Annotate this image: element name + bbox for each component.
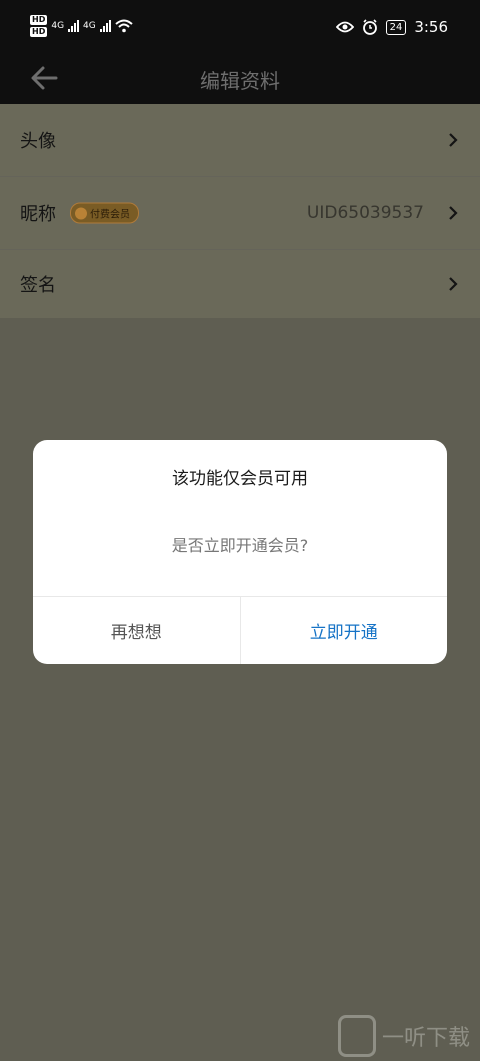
paid-member-badge: 付费会员 bbox=[70, 202, 139, 224]
chevron-right-icon bbox=[449, 206, 458, 220]
watermark-text: 一听下载 bbox=[381, 1026, 470, 1051]
battery-icon: 24 bbox=[385, 19, 407, 35]
crown-icon bbox=[75, 207, 87, 219]
wifi-icon bbox=[115, 19, 133, 33]
dialog-message: 是否立即开通会员? bbox=[171, 536, 309, 555]
watermark-logo-icon bbox=[337, 1015, 376, 1057]
page-title: 编辑资料 bbox=[200, 69, 280, 93]
signature-row[interactable]: 签名 bbox=[0, 250, 480, 318]
dialog-actions: 再想想 立即开通 bbox=[33, 596, 447, 664]
status-bar: HD HD 4G 4G 24 3:56 bbox=[0, 0, 480, 52]
hd-bottom-icon: HD bbox=[30, 27, 48, 37]
alarm-icon bbox=[362, 19, 377, 35]
member-required-dialog: 该功能仅会员可用 是否立即开通会员? 再想想 立即开通 bbox=[33, 440, 447, 664]
eye-icon bbox=[335, 21, 354, 33]
network-type-a: 4G bbox=[51, 21, 65, 31]
app-header: 编辑资料 bbox=[0, 52, 480, 104]
badge-text: 付费会员 bbox=[90, 209, 130, 221]
nickname-row[interactable]: 昵称 付费会员 UID65039537 bbox=[0, 177, 480, 250]
hd-top-icon: HD bbox=[30, 15, 48, 25]
signal-icon bbox=[68, 20, 80, 32]
watermark: 一听下载 bbox=[337, 1015, 470, 1057]
status-right: 24 3:56 bbox=[335, 18, 448, 36]
hd-icons: HD HD bbox=[30, 15, 48, 37]
activate-membership-button[interactable]: 立即开通 bbox=[241, 597, 448, 664]
dialog-title: 该功能仅会员可用 bbox=[172, 469, 308, 489]
uid-value: UID65039537 bbox=[306, 203, 424, 223]
avatar-label: 头像 bbox=[20, 131, 56, 152]
chevron-right-icon bbox=[449, 277, 458, 291]
nickname-label: 昵称 bbox=[20, 204, 56, 225]
clock: 3:56 bbox=[414, 18, 448, 36]
signal-icon-2 bbox=[99, 20, 111, 32]
status-left: HD HD 4G 4G bbox=[30, 15, 133, 37]
settings-list: 头像 昵称 付费会员 UID65039537 签名 bbox=[0, 104, 480, 318]
signature-label: 签名 bbox=[20, 275, 56, 296]
chevron-right-icon bbox=[449, 133, 458, 147]
cancel-button[interactable]: 再想想 bbox=[33, 597, 241, 664]
avatar-row[interactable]: 头像 bbox=[0, 104, 480, 177]
network-type-b: 4G bbox=[83, 21, 96, 31]
